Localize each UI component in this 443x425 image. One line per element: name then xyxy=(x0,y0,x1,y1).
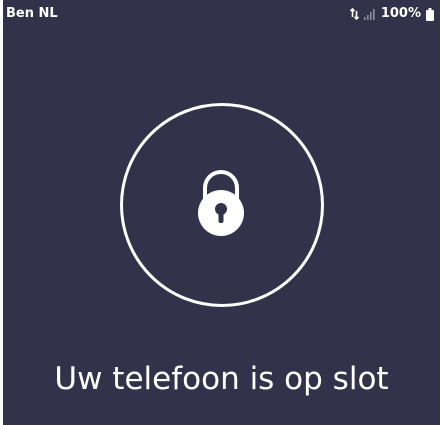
signal-icon xyxy=(363,8,376,20)
padlock-icon xyxy=(192,168,250,238)
battery-icon xyxy=(426,7,434,21)
lock-message: Uw telefoon is op slot xyxy=(54,361,389,397)
network-activity-icon xyxy=(349,8,359,20)
battery-percentage: 100% xyxy=(380,6,421,21)
status-bar: Ben NL 100% xyxy=(3,0,440,26)
status-icons: 100% xyxy=(349,5,434,23)
lock-screen: Ben NL 100% Uw telefoon is op slot xyxy=(3,0,440,425)
carrier-name: Ben NL xyxy=(6,6,58,21)
